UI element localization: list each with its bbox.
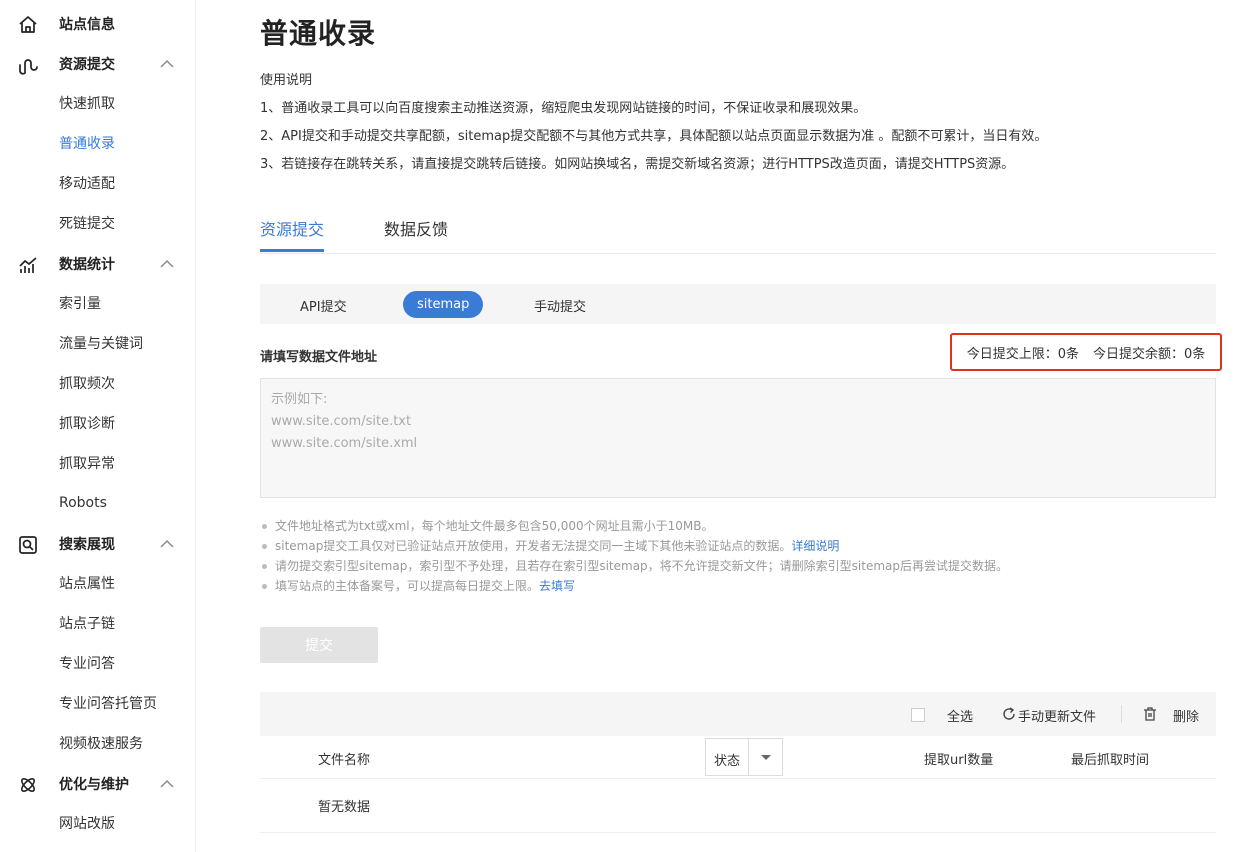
sidebar-item-site-sublinks[interactable]: 站点子链 <box>0 603 195 643</box>
subtab-sitemap[interactable]: sitemap <box>403 291 484 318</box>
search-display-icon <box>19 536 37 554</box>
main-tabs: 资源提交 数据反馈 <box>260 208 1216 254</box>
chevron-up-icon[interactable] <box>159 778 175 790</box>
sidebar-section-search-display[interactable]: 搜索展现 <box>0 524 195 564</box>
column-last-crawl: 最后抓取时间 <box>1071 753 1150 768</box>
details-link[interactable]: 详细说明 <box>791 539 839 553</box>
sidebar-item-crawl-frequency[interactable]: 抓取频次 <box>0 363 195 403</box>
submit-method-tabs: API提交 sitemap 手动提交 <box>260 284 1216 324</box>
sidebar-section-data-stats[interactable]: 数据统计 <box>0 244 195 284</box>
sidebar-section-label: 资源提交 <box>59 57 115 73</box>
active-tab-underline <box>260 249 324 252</box>
sidebar-item-traffic-keywords[interactable]: 流量与关键词 <box>0 323 195 363</box>
select-all-checkbox[interactable] <box>911 708 925 722</box>
sidebar-section-label: 数据统计 <box>59 257 115 273</box>
sidebar-section-site-info[interactable]: 站点信息 <box>0 4 195 44</box>
manual-update-button[interactable]: 手动更新文件 <box>1018 706 1096 725</box>
sidebar-item-video-speed[interactable]: 视频极速服务 <box>0 723 195 763</box>
home-icon <box>19 16 37 33</box>
main-content: 普通收录 使用说明 1、普通收录工具可以向百度搜索主动推送资源，缩短爬虫发现网站… <box>260 0 1222 852</box>
stats-chart-icon <box>19 257 37 273</box>
empty-message: 暂无数据 <box>318 800 371 815</box>
sidebar-item-site-redesign[interactable]: 网站改版 <box>0 803 195 843</box>
usage-line: 1、普通收录工具可以向百度搜索主动推送资源，缩短爬虫发现网站链接的时间，不保证收… <box>260 101 867 116</box>
subtab-manual[interactable]: 手动提交 <box>534 296 586 315</box>
data-file-url-label: 请填写数据文件地址 <box>260 350 378 365</box>
placeholder-line: www.site.com/site.xml <box>271 436 418 451</box>
tip-item: 填写站点的主体备案号，可以提高每日提交上限。去填写 <box>260 576 1216 596</box>
table-header: 文件名称 状态 提取url数量 最后抓取时间 <box>260 736 1216 779</box>
delete-button[interactable]: 删除 <box>1173 706 1199 725</box>
table-empty-row: 暂无数据 <box>260 778 1216 833</box>
column-url-count: 提取url数量 <box>924 753 994 768</box>
sidebar-item-index-volume[interactable]: 索引量 <box>0 283 195 323</box>
optimize-atom-icon <box>21 778 35 792</box>
select-all-label[interactable]: 全选 <box>947 706 973 725</box>
chevron-up-icon[interactable] <box>159 258 175 270</box>
tip-item: 请勿提交索引型sitemap，索引型不予处理，且若存在索引型sitemap，将不… <box>260 556 1216 576</box>
usage-line: 2、API提交和手动提交共享配额，sitemap提交配额不与其他方式共享，具体配… <box>260 129 1048 144</box>
status-filter-select[interactable]: 状态 <box>705 738 783 776</box>
sidebar-item-normal-index[interactable]: 普通收录 <box>0 123 195 163</box>
sidebar-item-robots[interactable]: Robots <box>0 483 195 523</box>
sitemap-url-textarea[interactable]: 示例如下: www.site.com/site.txt www.site.com… <box>260 378 1216 498</box>
sidebar-item-mobile-adapt[interactable]: 移动适配 <box>0 163 195 203</box>
submit-button[interactable]: 提交 <box>260 627 378 663</box>
chevron-up-icon[interactable] <box>159 538 175 550</box>
toolbar-divider <box>1121 705 1122 723</box>
daily-quota-highlight: 今日提交上限：0条 今日提交余额：0条 <box>950 333 1222 371</box>
caret-down-icon <box>761 755 771 760</box>
tab-resource-submit[interactable]: 资源提交 <box>260 216 324 240</box>
table-toolbar: 全选 手动更新文件 删除 <box>260 692 1216 736</box>
tip-item: sitemap提交工具仅对已验证站点开放使用，开发者无法提交同一主域下其他未验证… <box>260 536 1216 556</box>
sidebar-item-pro-qa-hosted[interactable]: 专业问答托管页 <box>0 683 195 723</box>
status-filter-label: 状态 <box>714 754 741 769</box>
tab-data-feedback[interactable]: 数据反馈 <box>384 216 448 240</box>
quota-limit: 今日提交上限：0条 <box>966 346 1079 362</box>
sidebar-section-optimize[interactable]: 优化与维护 <box>0 764 195 804</box>
page-title: 普通收录 <box>260 17 377 50</box>
sidebar-item-quick-crawl[interactable]: 快速抓取 <box>0 83 195 123</box>
tips-list: 文件地址格式为txt或xml，每个地址文件最多包含50,000个网址且需小于10… <box>260 516 1216 596</box>
sidebar-item-crawl-errors[interactable]: 抓取异常 <box>0 443 195 483</box>
usage-line: 3、若链接存在跳转关系，请直接提交跳转后链接。如网站换域名，需提交新域名资源；进… <box>260 157 1015 172</box>
sidebar-section-label: 搜索展现 <box>59 537 115 553</box>
resource-submit-icon <box>19 59 38 75</box>
fill-in-link[interactable]: 去填写 <box>539 579 575 593</box>
quota-remaining: 今日提交余额：0条 <box>1093 346 1206 362</box>
sidebar-item-dead-link[interactable]: 死链提交 <box>0 203 195 243</box>
trash-icon[interactable] <box>1142 706 1158 722</box>
sidebar-item-site-attributes[interactable]: 站点属性 <box>0 563 195 603</box>
subtab-api[interactable]: API提交 <box>300 296 347 315</box>
placeholder-line: www.site.com/site.txt <box>271 414 412 429</box>
chevron-up-icon[interactable] <box>159 58 175 70</box>
sidebar-item-pro-qa[interactable]: 专业问答 <box>0 643 195 683</box>
tip-item: 文件地址格式为txt或xml，每个地址文件最多包含50,000个网址且需小于10… <box>260 516 1216 536</box>
sidebar: 站点信息 资源提交 快速抓取 普通收录 移动适配 死链提交 数据统计 索引量 流… <box>0 0 196 852</box>
refresh-icon[interactable] <box>1001 706 1017 722</box>
sidebar-item-crawl-diagnosis[interactable]: 抓取诊断 <box>0 403 195 443</box>
sidebar-section-label: 站点信息 <box>59 17 115 33</box>
placeholder-line: 示例如下: <box>271 392 328 407</box>
sidebar-section-label: 优化与维护 <box>59 777 129 793</box>
sidebar-section-resource-submit[interactable]: 资源提交 <box>0 44 195 84</box>
column-filename: 文件名称 <box>318 753 371 768</box>
usage-heading: 使用说明 <box>260 73 313 88</box>
